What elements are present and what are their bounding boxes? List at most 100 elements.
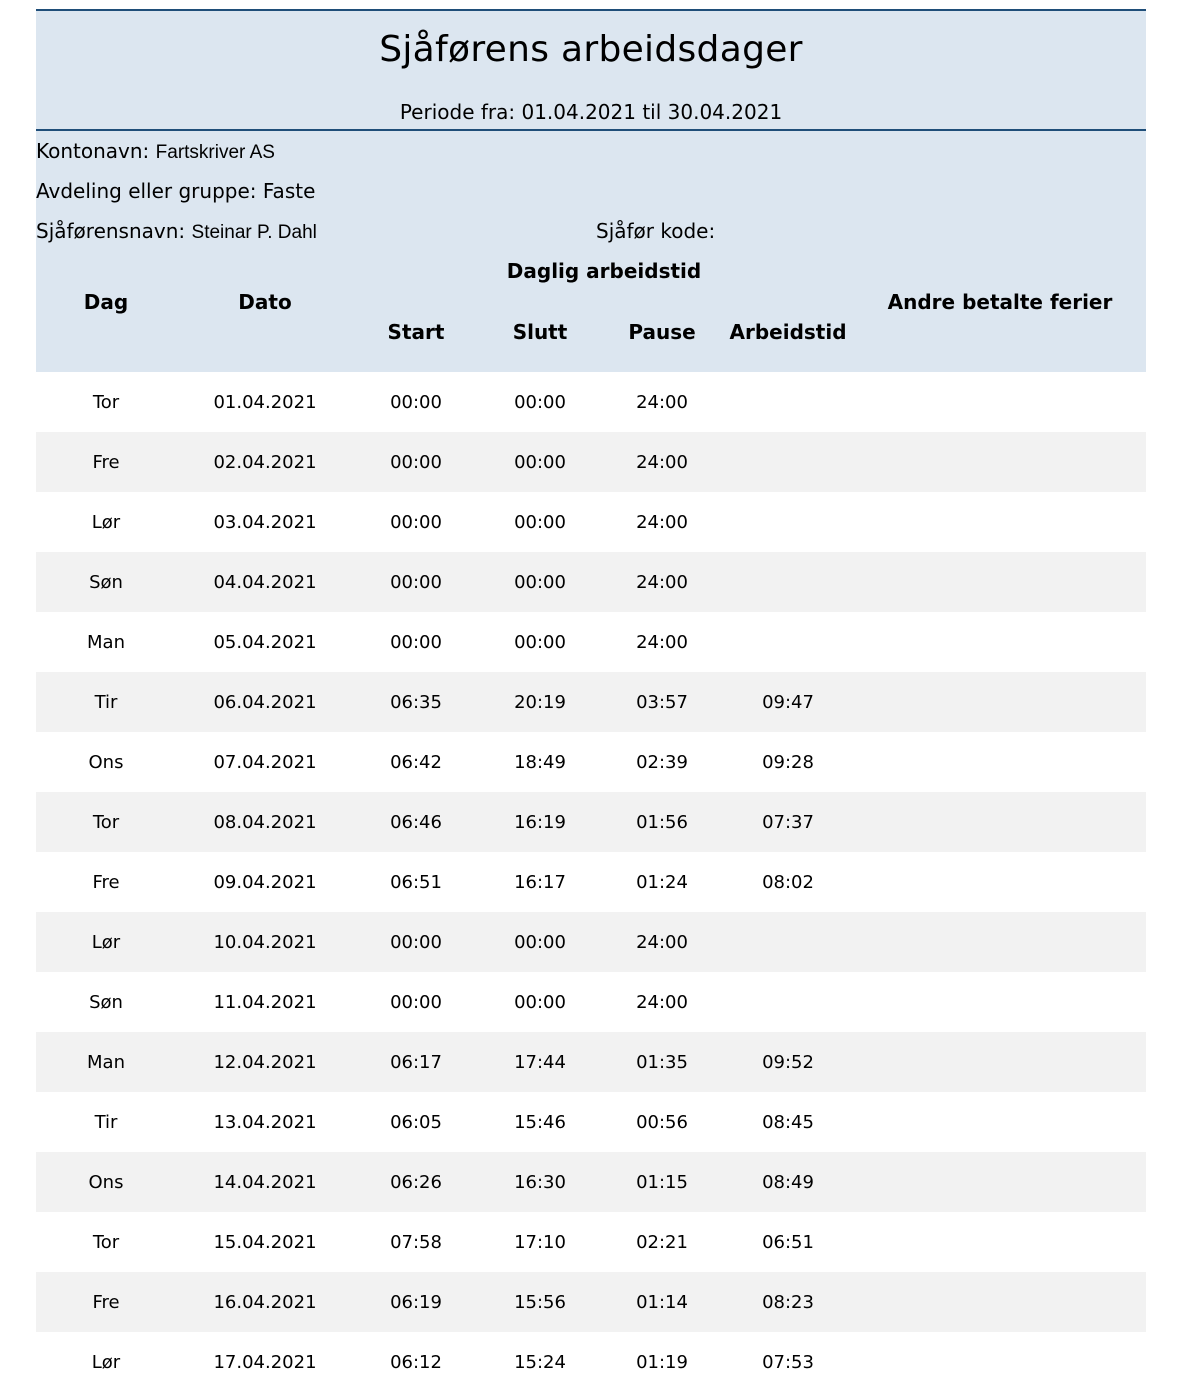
table-row: Tir 06.04.2021 06:35 20:19 03:57 09:47 [36,672,1146,732]
table-row: Lør 03.04.2021 00:00 00:00 24:00 [36,492,1146,552]
date-cell: 07.04.2021 [213,751,317,773]
worktime-cell: 08:45 [762,1111,814,1133]
date-cell: 06.04.2021 [176,672,354,732]
date-cell: 03.04.2021 [213,511,317,533]
day-cell: Man [36,1032,176,1092]
start-cell: 00:00 [390,631,442,653]
start-cell: 00:00 [354,912,478,972]
work-days-rows: Tor 01.04.2021 00:00 00:00 24:00 Fre 02.04.202… [36,372,1146,1392]
account-value: Fartskriver AS [155,142,275,163]
pause-cell: 00:56 [636,1111,688,1133]
driver-line: Sjåførensnavn: Steinar P. Dahl [36,219,317,244]
table-row: Lør 10.04.2021 00:00 00:00 24:00 [36,912,1146,972]
end-cell: 15:24 [514,1351,566,1373]
worktime-cell: 06:51 [762,1231,814,1253]
worktime-cell: 09:52 [722,1032,854,1092]
column-header-end: Slutt [512,320,568,344]
column-header-date: Dato [238,290,292,314]
table-row: Tor 15.04.2021 07:58 17:10 02:21 06:51 [36,1212,1146,1272]
table-row: Lør 17.04.2021 06:12 15:24 01:19 07:53 [36,1332,1146,1392]
other-paid-holidays-cell [854,1212,1146,1272]
pause-cell: 24:00 [602,552,722,612]
other-paid-holidays-cell [854,1152,1146,1212]
work-days-report: Sjåførens arbeidsdager Periode fra: 01.0… [36,9,1146,1392]
date-cell: 09.04.2021 [213,871,317,893]
worktime-cell [722,912,854,972]
end-cell: 20:19 [478,672,602,732]
pause-cell: 24:00 [602,912,722,972]
day-cell: Tor [92,1231,120,1253]
day-cell: Ons [36,1152,176,1212]
driver-code-label: Sjåfør kode: [596,219,716,243]
table-row: Tor 08.04.2021 06:46 16:19 01:56 07:37 [36,792,1146,852]
date-cell: 15.04.2021 [213,1231,317,1253]
column-header-pause: Pause [628,320,696,344]
end-cell: 00:00 [514,991,566,1013]
day-cell: Lør [36,912,176,972]
worktime-cell [722,492,854,552]
other-paid-holidays-cell [854,552,1146,612]
day-cell: Tir [94,1111,118,1133]
date-cell: 14.04.2021 [176,1152,354,1212]
report-header: Sjåførens arbeidsdager Periode fra: 01.0… [36,9,1146,129]
pause-cell: 24:00 [636,631,688,653]
start-cell: 00:00 [354,552,478,612]
day-cell: Lør [91,511,121,533]
report-title: Sjåførens arbeidsdager [379,29,803,70]
pause-cell: 24:00 [636,991,688,1013]
table-row: Man 12.04.2021 06:17 17:44 01:35 09:52 [36,1032,1146,1092]
start-cell: 06:17 [354,1032,478,1092]
start-cell: 00:00 [354,432,478,492]
table-row: Man 05.04.2021 00:00 00:00 24:00 [36,612,1146,672]
start-cell: 06:46 [354,792,478,852]
other-paid-holidays-cell [854,972,1146,1032]
date-cell: 10.04.2021 [176,912,354,972]
other-paid-holidays-cell [854,732,1146,792]
worktime-cell [722,432,854,492]
pause-cell: 24:00 [602,432,722,492]
other-paid-holidays-cell [854,852,1146,912]
department-line: Avdeling eller gruppe: Faste [36,179,315,203]
day-cell: Tir [36,672,176,732]
date-cell: 04.04.2021 [176,552,354,612]
worktime-cell: 09:47 [722,672,854,732]
end-cell: 15:56 [478,1272,602,1332]
table-row: Søn 11.04.2021 00:00 00:00 24:00 [36,972,1146,1032]
column-header-start: Start [387,320,445,344]
date-cell: 05.04.2021 [213,631,317,653]
column-header-other-paid-holidays: Andre betalte ferier [887,290,1113,314]
worktime-cell [722,372,854,432]
driver-value: Steinar P. Dahl [191,222,317,243]
end-cell: 16:17 [514,871,566,893]
other-paid-holidays-cell [854,372,1146,432]
pause-cell: 02:21 [636,1231,688,1253]
day-cell: Fre [36,1272,176,1332]
date-cell: 01.04.2021 [213,391,317,413]
worktime-cell [722,972,854,1032]
driver-label: Sjåførensnavn: [36,219,186,243]
end-cell: 18:49 [514,751,566,773]
other-paid-holidays-cell [854,1332,1146,1392]
date-cell: 16.04.2021 [176,1272,354,1332]
day-cell: Søn [36,552,176,612]
account-line: Kontonavn: Fartskriver AS [36,139,275,164]
report-period: Periode fra: 01.04.2021 til 30.04.2021 [399,100,783,124]
worktime-cell: 08:49 [722,1152,854,1212]
pause-cell: 01:19 [636,1351,688,1373]
column-header-daily-worktime: Daglig arbeidstid [506,259,702,283]
other-paid-holidays-cell [854,792,1146,852]
work-days-table: Tor 01.04.2021 00:00 00:00 24:00 Fre 02.04.202… [36,372,1146,1392]
end-cell: 17:10 [514,1231,566,1253]
end-cell: 00:00 [514,631,566,653]
department-value: Faste [262,179,316,203]
table-row: Fre 09.04.2021 06:51 16:17 01:24 08:02 [36,852,1146,912]
end-cell: 16:19 [478,792,602,852]
date-cell: 08.04.2021 [176,792,354,852]
day-cell: Søn [89,991,123,1013]
start-cell: 06:12 [390,1351,442,1373]
date-cell: 11.04.2021 [213,991,317,1013]
pause-cell: 01:24 [636,871,688,893]
table-row: Søn 04.04.2021 00:00 00:00 24:00 [36,552,1146,612]
day-cell: Tor [92,391,120,413]
pause-cell: 02:39 [636,751,688,773]
